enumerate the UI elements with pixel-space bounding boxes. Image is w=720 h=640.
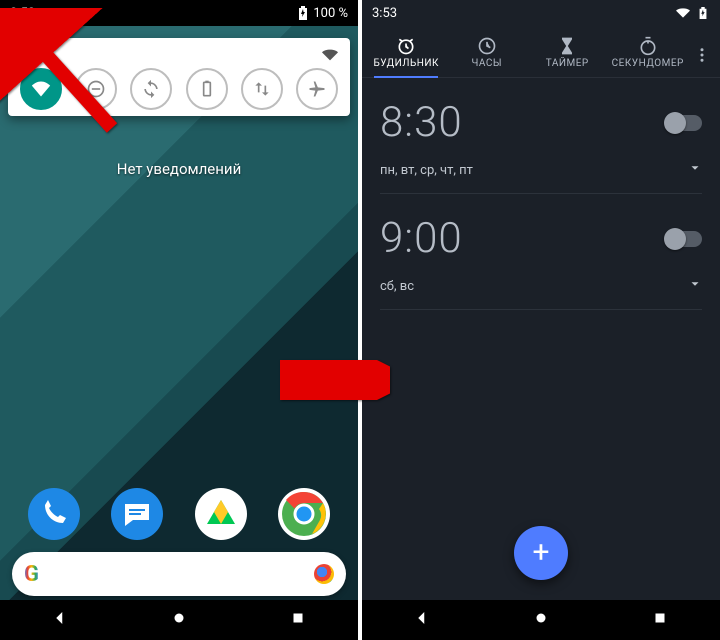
wifi-icon (676, 7, 690, 19)
dock (0, 488, 358, 540)
qs-airplane-tile[interactable] (296, 68, 338, 110)
status-battery: 100 % (313, 6, 348, 21)
app-playstore[interactable] (195, 488, 247, 540)
qs-battery-tile[interactable] (186, 68, 228, 110)
nav-home[interactable] (532, 609, 550, 631)
tab-timer[interactable]: ТАЙМЕР (527, 32, 608, 77)
alarm-toggle[interactable] (666, 115, 702, 131)
alarm-item[interactable]: 8:30 пн, вт, ср, чт, пт (380, 78, 702, 194)
tab-stopwatch-label: СЕКУНДОМЕР (612, 58, 684, 69)
alarm-item[interactable]: 9:00 сб, вс (380, 194, 702, 310)
nav-home[interactable] (170, 609, 188, 631)
nav-back[interactable] (51, 609, 69, 631)
expand-icon[interactable] (688, 161, 702, 179)
qs-data-tile[interactable] (241, 68, 283, 110)
alarm-toggle[interactable] (666, 231, 702, 247)
overflow-menu[interactable] (688, 46, 716, 64)
expand-icon[interactable] (688, 277, 702, 295)
nav-recent[interactable] (289, 609, 307, 631)
tab-alarm-label: БУДИЛЬНИК (374, 58, 439, 69)
nav-recent[interactable] (651, 609, 669, 631)
app-phone[interactable] (28, 488, 80, 540)
tab-clock-label: ЧАСЫ (471, 58, 502, 69)
app-chrome[interactable] (278, 488, 330, 540)
phone-right: 3:53 БУДИЛЬНИК ЧАСЫ ТАЙМЕР СЕКУНДОМЕР (362, 0, 720, 640)
alarm-days: пн, вт, ср, чт, пт (380, 163, 473, 178)
nav-back[interactable] (413, 609, 431, 631)
alarm-list: 8:30 пн, вт, ср, чт, пт 9:00 сб, вс (362, 78, 720, 310)
status-bar: 3:53 (362, 0, 720, 26)
assistant-icon[interactable] (314, 564, 334, 584)
qs-autorotate-tile[interactable] (130, 68, 172, 110)
tab-stopwatch[interactable]: СЕКУНДОМЕР (608, 32, 689, 77)
tab-alarm[interactable]: БУДИЛЬНИК (366, 32, 447, 77)
alarm-time: 9:00 (380, 214, 463, 263)
add-alarm-fab[interactable]: + (514, 526, 568, 580)
search-bar[interactable]: G (12, 552, 346, 596)
nav-bar (0, 600, 358, 640)
annotation-arrow-clock (0, 8, 132, 142)
clock-tabs: БУДИЛЬНИК ЧАСЫ ТАЙМЕР СЕКУНДОМЕР (362, 26, 720, 78)
app-messages[interactable] (111, 488, 163, 540)
qs-wifi-indicator (322, 49, 338, 61)
tab-clock[interactable]: ЧАСЫ (447, 32, 528, 77)
annotation-arrow-transition (280, 360, 390, 404)
google-g-icon: G (24, 562, 39, 587)
battery-icon (297, 6, 309, 20)
status-time: 3:53 (372, 6, 397, 21)
nav-bar (362, 600, 720, 640)
tab-timer-label: ТАЙМЕР (546, 58, 589, 69)
alarm-days: сб, вс (380, 279, 414, 294)
alarm-time: 8:30 (380, 98, 463, 147)
no-notifications-text: Нет уведомлений (0, 160, 358, 178)
battery-icon (696, 7, 710, 19)
